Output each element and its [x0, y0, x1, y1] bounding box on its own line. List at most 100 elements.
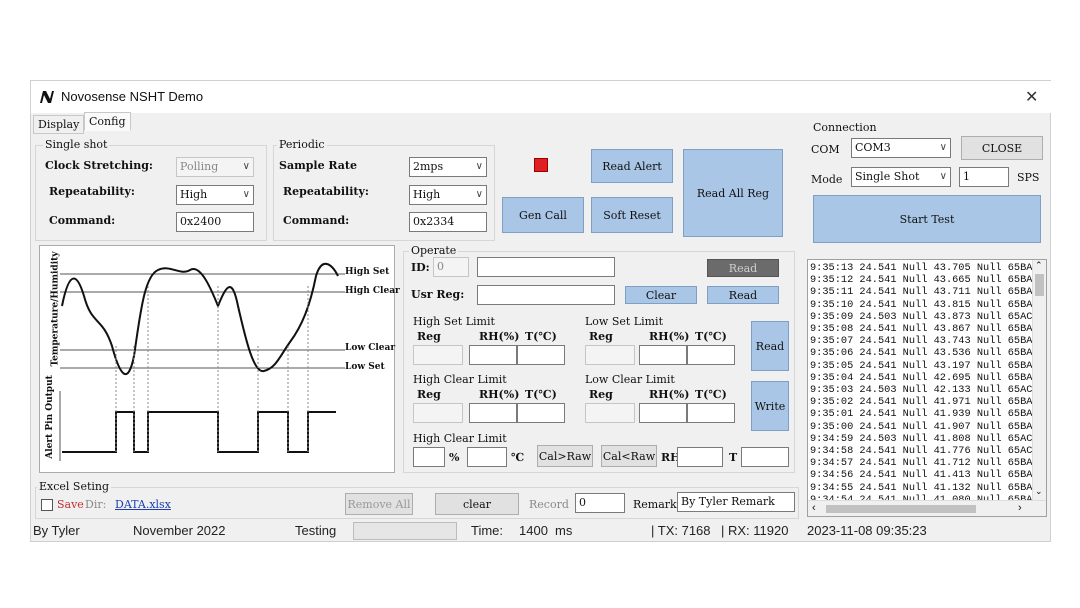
- close-port-button[interactable]: CLOSE: [961, 136, 1043, 160]
- id-label: ID:: [411, 261, 430, 274]
- cal-raw-button[interactable]: Cal>Raw: [537, 445, 593, 467]
- log-line: 9:35:09 24.503 Null 43.873 Null 65AC: [810, 310, 1033, 323]
- single-shot-label: Single shot: [43, 138, 110, 151]
- raw-cal-button[interactable]: Cal<Raw: [601, 445, 657, 467]
- h-scroll-thumb[interactable]: [826, 505, 976, 513]
- status-time-value: 1400: [519, 523, 548, 538]
- read-all-reg-button[interactable]: Read All Reg: [683, 149, 783, 237]
- log-line: 9:35:13 24.541 Null 43.705 Null 65BA: [810, 262, 1033, 274]
- status-rx: | RX: 11920: [721, 523, 789, 538]
- window-title: Novosense NSHT Demo: [61, 89, 204, 104]
- start-test-button[interactable]: Start Test: [813, 195, 1041, 243]
- id-read-button[interactable]: Read: [707, 259, 779, 277]
- periodic-label: Periodic: [277, 138, 327, 151]
- hcl-t-input[interactable]: [517, 403, 565, 423]
- id-input[interactable]: 0: [433, 257, 469, 277]
- ss-repeatability-select[interactable]: High ∨: [176, 185, 254, 205]
- status-date: November 2022: [133, 523, 226, 538]
- log-line: 9:35:05 24.541 Null 43.197 Null 65BA: [810, 359, 1033, 372]
- scroll-down-icon[interactable]: ⌄: [1035, 486, 1043, 497]
- alert-diagram: High Set High Clear Low Clear Low Set Te…: [39, 245, 400, 473]
- tab-display[interactable]: Display: [33, 115, 85, 134]
- read-alert-button[interactable]: Read Alert: [591, 149, 673, 183]
- lsl-rh-input[interactable]: [639, 345, 687, 365]
- log-line: 9:35:06 24.541 Null 43.536 Null 65BA: [810, 347, 1033, 360]
- id-value-field[interactable]: [477, 257, 615, 277]
- lcl-reg-label: Reg: [589, 388, 613, 401]
- hcl-reg-label: Reg: [417, 388, 441, 401]
- scroll-left-icon[interactable]: ‹: [812, 502, 816, 514]
- com-select[interactable]: COM3 ∨: [851, 138, 951, 158]
- save-checkbox[interactable]: [41, 499, 53, 511]
- clock-stretching-label: Clock Stretching:: [45, 159, 153, 172]
- hsl-rh-input[interactable]: [469, 345, 517, 365]
- lcl-t-input[interactable]: [687, 403, 735, 423]
- usr-reg-input[interactable]: [477, 285, 615, 305]
- conv-rh-input[interactable]: [413, 447, 445, 467]
- dir-label: Dir:: [85, 498, 107, 511]
- clock-stretching-select[interactable]: Polling ∨: [176, 157, 254, 177]
- dir-file-link[interactable]: DATA.xlsx: [115, 498, 171, 511]
- scroll-up-icon[interactable]: ⌃: [1035, 260, 1043, 271]
- lsl-t-input[interactable]: [687, 345, 735, 365]
- limit-read-button[interactable]: Read: [751, 321, 789, 371]
- status-time-label: Time:: [471, 523, 504, 538]
- sps-input[interactable]: 1: [959, 167, 1009, 187]
- ss-repeatability-label: Repeatability:: [49, 185, 135, 198]
- remark-label: Remark: [633, 498, 677, 511]
- hsl-reg-label: Reg: [417, 330, 441, 343]
- status-author: By Tyler: [33, 523, 80, 538]
- log-line: 9:35:11 24.541 Null 43.711 Null 65BA: [810, 286, 1033, 299]
- log-vertical-scrollbar[interactable]: ⌃ ⌄: [1032, 260, 1046, 500]
- hcl-rh-input[interactable]: [469, 403, 517, 423]
- hsl-reg-input[interactable]: [413, 345, 463, 365]
- p-command-input[interactable]: 0x2334: [409, 212, 487, 232]
- hcl-reg-input[interactable]: [413, 403, 463, 423]
- log-line: 9:34:55 24.541 Null 41.132 Null 65BA: [810, 481, 1033, 494]
- lcl-reg-input[interactable]: [585, 403, 635, 423]
- record-input[interactable]: 0: [575, 493, 625, 513]
- lcl-rh-input[interactable]: [639, 403, 687, 423]
- hsl-t-input[interactable]: [517, 345, 565, 365]
- tab-config[interactable]: Config: [84, 112, 131, 131]
- log-lines: 9:35:13 24.541 Null 43.705 Null 65BA 9:35…: [808, 260, 1046, 506]
- status-tx: | TX: 7168: [651, 523, 711, 538]
- lsl-reg-input[interactable]: [585, 345, 635, 365]
- scroll-thumb[interactable]: [1035, 274, 1044, 296]
- data-log-list[interactable]: 9:35:13 24.541 Null 43.705 Null 65BA 9:35…: [807, 259, 1047, 517]
- log-line: 9:34:57 24.541 Null 41.712 Null 65BA: [810, 457, 1033, 470]
- sps-label: SPS: [1017, 171, 1040, 184]
- usr-reg-clear-button[interactable]: Clear: [625, 286, 697, 304]
- log-horizontal-scrollbar[interactable]: ‹ ›: [808, 500, 1046, 516]
- lcl-t-label: T(℃): [695, 388, 727, 401]
- sample-rate-select[interactable]: 2mps ∨: [409, 157, 487, 177]
- lcl-rh-label: RH(%): [649, 388, 690, 401]
- soft-reset-button[interactable]: Soft Reset: [591, 197, 673, 233]
- ss-command-input[interactable]: 0x2400: [176, 212, 254, 232]
- remove-all-button[interactable]: Remove All: [345, 493, 413, 515]
- conv-t-input[interactable]: [467, 447, 507, 467]
- mode-select[interactable]: Single Shot ∨: [851, 167, 951, 187]
- log-line: 9:35:03 24.503 Null 42.133 Null 65AC: [810, 384, 1033, 397]
- raw-rh-input[interactable]: [677, 447, 723, 467]
- gen-call-button[interactable]: Gen Call: [502, 197, 584, 233]
- mode-label: Mode: [811, 173, 843, 186]
- p-repeatability-select[interactable]: High ∨: [409, 185, 487, 205]
- alert-diagram-svg: [59, 263, 345, 461]
- operate-label: Operate: [409, 244, 459, 257]
- hsl-t-label: T(℃): [525, 330, 557, 343]
- usr-reg-read-button[interactable]: Read: [707, 286, 779, 304]
- status-timestamp: 2023-11-08 09:35:23: [807, 523, 927, 538]
- low-set-limit-label: Low Set Limit: [585, 315, 663, 328]
- hsl-rh-label: RH(%): [479, 330, 520, 343]
- scroll-right-icon[interactable]: ›: [1018, 502, 1022, 514]
- raw-t-input[interactable]: [741, 447, 789, 467]
- limit-write-button[interactable]: Write: [751, 381, 789, 431]
- record-label: Record: [529, 498, 569, 511]
- excel-clear-button[interactable]: clear: [435, 493, 519, 515]
- log-line: 9:35:12 24.541 Null 43.665 Null 65BA: [810, 274, 1033, 287]
- remark-input[interactable]: By Tyler Remark: [677, 492, 795, 512]
- window-close-icon[interactable]: ✕: [1025, 87, 1038, 107]
- excel-setting-label: Excel Seting: [37, 480, 112, 493]
- high-set-limit-label: High Set Limit: [413, 315, 495, 328]
